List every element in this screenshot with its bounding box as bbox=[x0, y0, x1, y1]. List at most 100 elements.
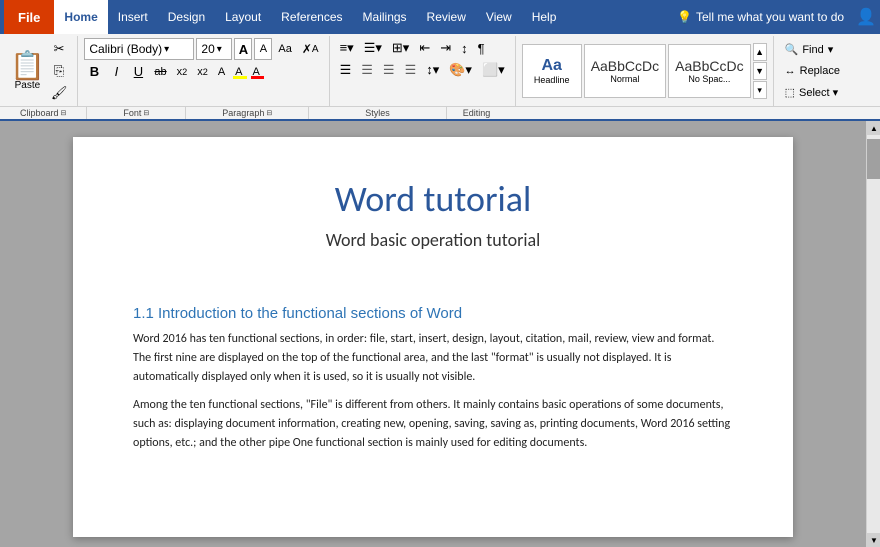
para-row-1: ≡▾ ☰▾ ⊞▾ ⇤ ⇥ ↕ ¶ bbox=[336, 38, 509, 58]
styles-scroll-up[interactable]: ▲ bbox=[753, 43, 767, 61]
editing-inner: 🔍 Find ▾ ↔ Replace ⬚ Select ▾ bbox=[780, 38, 845, 104]
font-color-button[interactable]: A bbox=[249, 64, 264, 80]
no-spacing-style-btn[interactable]: AaBbCcDc No Spac... bbox=[668, 44, 750, 98]
replace-button[interactable]: ↔ Replace bbox=[780, 62, 845, 80]
styles-scroll-down[interactable]: ▼ bbox=[753, 62, 767, 80]
font-row-2: B I U ab x2 x2 A A A bbox=[84, 62, 322, 81]
align-center-button[interactable]: ☰ bbox=[357, 60, 377, 80]
subscript-button[interactable]: x2 bbox=[173, 64, 192, 80]
strikethrough-button[interactable]: ab bbox=[150, 64, 170, 80]
headline-style-btn[interactable]: Aa Headline bbox=[522, 44, 582, 98]
view-menu-item[interactable]: View bbox=[476, 0, 522, 34]
font-label[interactable]: Font ⊟ bbox=[87, 107, 186, 119]
shading-button[interactable]: 🎨▾ bbox=[445, 60, 476, 80]
text-effects-button[interactable]: A bbox=[214, 64, 229, 80]
replace-icon: ↔ bbox=[785, 65, 796, 77]
clipboard-sub-group: ✂ ⎘ 🖌 bbox=[47, 39, 72, 103]
sort-button[interactable]: ↕ bbox=[457, 39, 472, 58]
section-1-heading: 1.1 Introduction to the functional secti… bbox=[133, 305, 733, 322]
groups-labels-row: Clipboard ⊟ Font ⊟ Paragraph ⊟ Styles Ed… bbox=[0, 106, 880, 119]
document-subtitle: Word basic operation tutorial bbox=[133, 229, 733, 251]
line-spacing-button[interactable]: ↕▾ bbox=[422, 60, 443, 80]
bullets-button[interactable]: ≡▾ bbox=[336, 38, 358, 58]
italic-button[interactable]: I bbox=[106, 62, 126, 81]
styles-expand[interactable]: ▾ bbox=[753, 81, 767, 99]
scroll-up-button[interactable]: ▲ bbox=[867, 121, 880, 135]
layout-menu-item[interactable]: Layout bbox=[215, 0, 271, 34]
headline-label: Headline bbox=[534, 75, 570, 85]
help-menu-item[interactable]: Help bbox=[522, 0, 567, 34]
ribbon-toolbar: 📋 Paste ✂ ⎘ 🖌 Calibri (Body) ▾ 20 bbox=[0, 34, 880, 121]
paste-button[interactable]: 📋 Paste bbox=[10, 52, 45, 91]
tell-me-text[interactable]: Tell me what you want to do bbox=[696, 10, 844, 24]
scroll-track[interactable] bbox=[867, 135, 880, 533]
find-icon: 🔍 bbox=[785, 43, 799, 56]
format-painter-button[interactable]: 🖌 bbox=[47, 83, 72, 103]
editing-label[interactable]: Editing bbox=[447, 107, 507, 119]
font-name-input[interactable]: Calibri (Body) ▾ bbox=[84, 38, 194, 60]
outdent-button[interactable]: ⇤ bbox=[415, 38, 434, 58]
content-area: Word tutorial Word basic operation tutor… bbox=[0, 121, 880, 547]
justify-button[interactable]: ☰ bbox=[401, 60, 421, 80]
styles-label[interactable]: Styles bbox=[309, 107, 447, 119]
font-name-dropdown-icon[interactable]: ▾ bbox=[164, 44, 169, 55]
vertical-scrollbar[interactable]: ▲ ▼ bbox=[866, 121, 880, 547]
scroll-down-button[interactable]: ▼ bbox=[867, 533, 880, 547]
references-menu-item[interactable]: References bbox=[271, 0, 352, 34]
show-paragraph-button[interactable]: ¶ bbox=[474, 39, 489, 58]
font-color-bar bbox=[251, 76, 264, 79]
no-spacing-label: No Spac... bbox=[688, 74, 730, 84]
change-case-button[interactable]: Aa bbox=[274, 41, 295, 57]
scroll-thumb[interactable] bbox=[867, 139, 880, 179]
design-menu-item[interactable]: Design bbox=[158, 0, 215, 34]
indent-button[interactable]: ⇥ bbox=[436, 38, 455, 58]
font-group: Calibri (Body) ▾ 20 ▾ A A Aa ✗A B I U ab… bbox=[78, 36, 329, 106]
menu-bar: File Home Insert Design Layout Reference… bbox=[0, 0, 880, 34]
paragraph-label[interactable]: Paragraph ⊟ bbox=[186, 107, 309, 119]
select-button[interactable]: ⬚ Select ▾ bbox=[780, 83, 845, 102]
document-page[interactable]: Word tutorial Word basic operation tutor… bbox=[73, 137, 793, 537]
superscript-button[interactable]: x2 bbox=[193, 64, 212, 80]
font-grow-button[interactable]: A bbox=[234, 38, 252, 60]
font-size-input[interactable]: 20 ▾ bbox=[196, 38, 232, 60]
clipboard-expand-icon: ⊟ bbox=[61, 109, 67, 117]
styles-group: Aa Headline AaBbCcDc Normal AaBbCcDc No … bbox=[516, 36, 774, 106]
headline-aa: Aa bbox=[541, 57, 561, 75]
clipboard-label[interactable]: Clipboard ⊟ bbox=[0, 107, 87, 119]
user-icon[interactable]: 👤 bbox=[856, 7, 876, 27]
para-row-2: ☰ ☰ ☰ ☰ ↕▾ 🎨▾ ⬜▾ bbox=[336, 60, 509, 80]
file-menu-btn[interactable]: File bbox=[4, 0, 54, 34]
normal-aa: AaBbCcDc bbox=[591, 58, 659, 74]
align-left-button[interactable]: ☰ bbox=[336, 60, 356, 80]
underline-button[interactable]: U bbox=[128, 62, 148, 81]
mailings-menu-item[interactable]: Mailings bbox=[353, 0, 417, 34]
find-button[interactable]: 🔍 Find ▾ bbox=[780, 40, 845, 59]
no-spacing-aa: AaBbCcDc bbox=[675, 58, 743, 74]
numbering-button[interactable]: ☰▾ bbox=[360, 38, 386, 58]
document-title: Word tutorial bbox=[133, 177, 733, 221]
tell-me-area[interactable]: 💡 Tell me what you want to do bbox=[677, 10, 844, 24]
select-icon: ⬚ bbox=[785, 86, 795, 99]
clear-format-button[interactable]: ✗A bbox=[298, 40, 323, 58]
font-shrink-button[interactable]: A bbox=[254, 38, 272, 60]
normal-style-btn[interactable]: AaBbCcDc Normal bbox=[584, 44, 666, 98]
clipboard-group: 📋 Paste ✂ ⎘ 🖌 bbox=[4, 36, 78, 106]
borders-button[interactable]: ⬜▾ bbox=[478, 60, 509, 80]
page-wrapper[interactable]: Word tutorial Word basic operation tutor… bbox=[0, 121, 866, 547]
editing-group: 🔍 Find ▾ ↔ Replace ⬚ Select ▾ bbox=[774, 36, 851, 106]
cut-button[interactable]: ✂ bbox=[47, 39, 72, 59]
paste-label: Paste bbox=[15, 80, 41, 91]
bold-button[interactable]: B bbox=[84, 62, 104, 81]
normal-label: Normal bbox=[610, 74, 639, 84]
font-size-dropdown-icon[interactable]: ▾ bbox=[217, 44, 222, 55]
insert-menu-item[interactable]: Insert bbox=[108, 0, 158, 34]
styles-scroll: ▲ ▼ ▾ bbox=[753, 43, 767, 99]
copy-button[interactable]: ⎘ bbox=[47, 61, 72, 81]
review-menu-item[interactable]: Review bbox=[417, 0, 476, 34]
align-right-button[interactable]: ☰ bbox=[379, 60, 399, 80]
highlight-button[interactable]: A bbox=[231, 64, 246, 80]
home-menu-item[interactable]: Home bbox=[54, 0, 107, 34]
paragraph-expand-icon: ⊟ bbox=[266, 109, 272, 117]
find-dropdown-icon: ▾ bbox=[828, 43, 834, 56]
multilevel-list-button[interactable]: ⊞▾ bbox=[388, 38, 413, 58]
